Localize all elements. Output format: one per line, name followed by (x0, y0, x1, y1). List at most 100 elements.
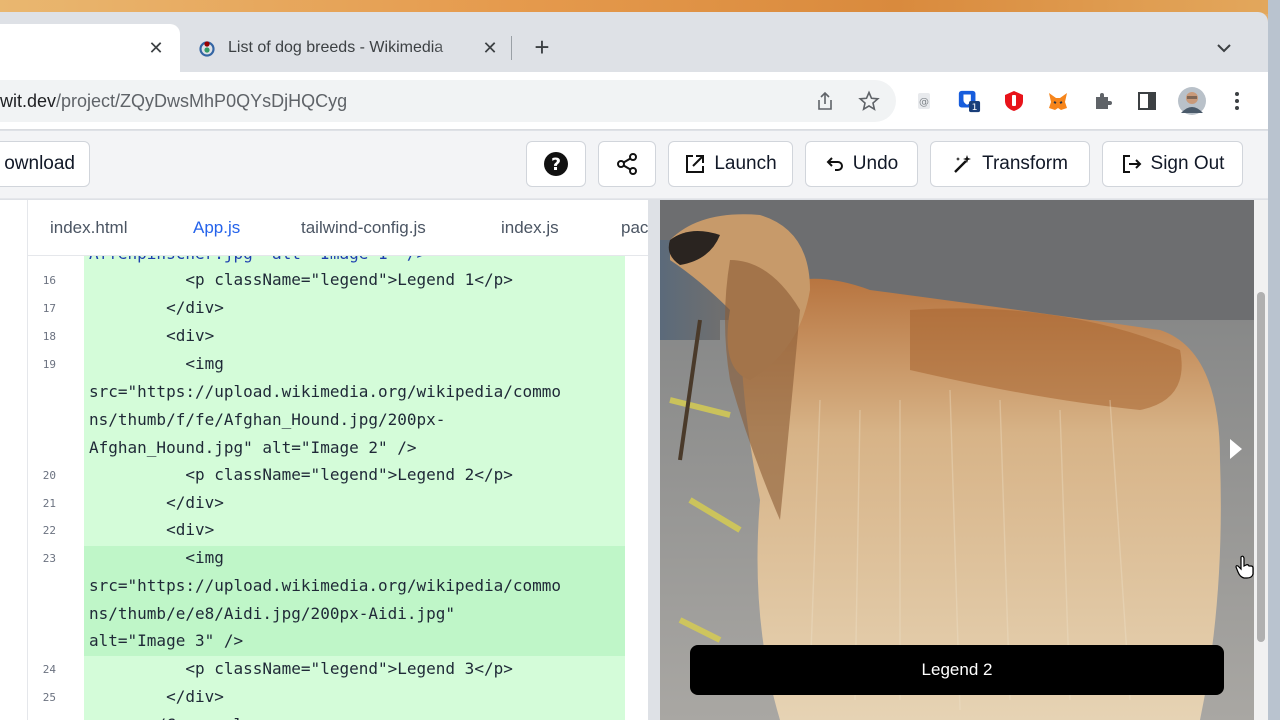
browser-window: ✕ List of dog breeds - Wikimedia ✕ + wit… (0, 12, 1268, 720)
scrollbar-thumb[interactable] (1257, 292, 1265, 642)
code-text: <p className="legend">Legend 1</p> (89, 270, 513, 289)
hand-cursor-icon (1235, 555, 1254, 579)
line-number: 19 (42, 358, 56, 371)
line-number: 24 (42, 663, 56, 676)
line-number: 17 (42, 302, 56, 315)
launch-label: Launch (714, 153, 777, 174)
code-line: ns/thumb/f/fe/Afghan_Hound.jpg/200px- (28, 406, 628, 434)
bitwarden-extension-icon[interactable]: 1 (957, 89, 981, 113)
code-text: <div> (89, 326, 215, 345)
line-number: 16 (42, 274, 56, 287)
file-tab-app-js[interactable]: App.js (193, 218, 240, 238)
file-tab-tailwind-config[interactable]: tailwind-config.js (301, 218, 426, 238)
code-line: 25 </div> (28, 683, 628, 711)
code-line: 20 <p className="legend">Legend 2</p> (28, 461, 628, 489)
code-line: ns/thumb/e/e8/Aidi.jpg/200px-Aidi.jpg" (28, 600, 628, 628)
line-number: 18 (42, 330, 56, 343)
line-number: 21 (42, 497, 56, 510)
code-line: alt="Image 3" /> (28, 627, 628, 655)
url-path: /project/ZQyDwsMhP0QYsDjHQCyg (56, 91, 348, 111)
code-line: Afghan_Hound.jpg" alt="Image 2" /> (28, 434, 628, 462)
carousel-legend: Legend 2 (690, 645, 1224, 695)
code-line: 24 <p className="legend">Legend 3</p> (28, 655, 628, 683)
help-button[interactable]: ? (526, 141, 586, 187)
code-text: Afghan_Hound.jpg" alt="Image 2" /> (89, 438, 417, 457)
undo-icon (826, 157, 843, 171)
sign-out-icon (1122, 155, 1141, 173)
help-icon: ? (544, 152, 568, 176)
browser-toolbar: wit.dev/project/ZQyDwsMhP0QYsDjHQCyg @ 1 (0, 72, 1268, 130)
external-link-icon (686, 155, 705, 173)
share-icon[interactable] (814, 90, 836, 112)
share-button[interactable] (598, 141, 656, 187)
tab-strip: ✕ List of dog breeds - Wikimedia ✕ + (0, 12, 1268, 72)
svg-text:1: 1 (972, 102, 978, 113)
code-editor-panel: index.html App.js tailwind-config.js ind… (0, 200, 648, 720)
kebab-menu-icon[interactable] (1225, 89, 1249, 113)
code-line: src="https://upload.wikimedia.org/wikipe… (28, 378, 628, 406)
close-tab-icon[interactable]: ✕ (480, 38, 500, 58)
code-text: </Carousel> (89, 711, 253, 720)
file-tab-index-js[interactable]: index.js (501, 218, 559, 238)
tab-active[interactable]: ✕ (0, 24, 180, 72)
code-line: src="https://upload.wikimedia.org/wikipe… (28, 572, 628, 600)
chevron-down-icon[interactable] (1212, 36, 1236, 60)
sidepanel-icon[interactable] (1135, 89, 1159, 113)
launch-button[interactable]: Launch (668, 141, 793, 187)
line-number: 22 (42, 524, 56, 537)
code-text: ns/thumb/e/e8/Aidi.jpg/200px-Aidi.jpg" (89, 604, 456, 623)
code-area[interactable]: Affenpinscher.jpg" alt="Image 1" /> 16 <… (28, 256, 648, 720)
url-text: wit.dev/project/ZQyDwsMhP0QYsDjHQCyg (0, 91, 347, 112)
code-text: <img (89, 548, 224, 567)
code-text: alt="Image 3" /> (89, 631, 244, 650)
code-line: 16 <p className="legend">Legend 1</p> (28, 266, 628, 294)
undo-label: Undo (852, 153, 899, 174)
file-tabs: index.html App.js tailwind-config.js ind… (28, 200, 648, 256)
svg-text:@: @ (919, 97, 929, 108)
avatar[interactable] (1178, 87, 1206, 115)
transform-button[interactable]: Transform (930, 141, 1090, 187)
code-line: 21 </div> (28, 489, 628, 517)
email-extension-icon[interactable]: @ (912, 89, 936, 113)
code-text: <p className="legend">Legend 3</p> (89, 659, 513, 678)
adblock-extension-icon[interactable] (1002, 89, 1026, 113)
magic-wand-icon (954, 155, 972, 173)
new-tab-icon[interactable]: + (528, 34, 556, 62)
line-number: 23 (42, 552, 56, 565)
sign-out-label: Sign Out (1150, 153, 1225, 174)
legend-text: Legend 2 (921, 660, 993, 679)
download-button[interactable]: ownload (0, 141, 90, 187)
app-header: ownload ? Launch Undo Transform Sign Out (0, 131, 1268, 199)
star-icon[interactable] (858, 90, 880, 112)
file-tab-index-html[interactable]: index.html (50, 218, 127, 238)
tab-wikimedia[interactable]: List of dog breeds - Wikimedia ✕ (190, 24, 510, 72)
transform-label: Transform (982, 153, 1068, 174)
tab-title: List of dog breeds - Wikimedia (228, 39, 444, 56)
metamask-extension-icon[interactable] (1046, 89, 1070, 113)
code-line: </Carousel> (28, 711, 628, 720)
code-text: <img (89, 354, 224, 373)
code-text: src="https://upload.wikimedia.org/wikipe… (89, 382, 562, 401)
editor-border (27, 200, 28, 720)
share-nodes-icon (617, 153, 637, 175)
code-line: 17 </div> (28, 294, 628, 322)
wikimedia-favicon-icon (199, 41, 215, 57)
carousel-next-arrow-icon[interactable] (1226, 434, 1246, 464)
window-edge (1268, 0, 1280, 720)
code-text: </div> (89, 687, 224, 706)
tab-separator (511, 36, 512, 60)
puzzle-icon[interactable] (1091, 89, 1115, 113)
code-line: 23 <img (28, 544, 628, 572)
address-bar[interactable]: wit.dev/project/ZQyDwsMhP0QYsDjHQCyg (0, 80, 896, 122)
preview-panel: Legend 2 (660, 200, 1254, 720)
file-tab-package[interactable]: pac (621, 218, 648, 238)
close-tab-icon[interactable]: ✕ (146, 38, 166, 58)
code-text: <div> (89, 520, 215, 539)
code-text: src="https://upload.wikimedia.org/wikipe… (89, 576, 562, 595)
code-text: <p className="legend">Legend 2</p> (89, 465, 513, 484)
download-label: ownload (4, 153, 75, 174)
sign-out-button[interactable]: Sign Out (1102, 141, 1243, 187)
undo-button[interactable]: Undo (805, 141, 918, 187)
preview-scrollbar[interactable] (1254, 200, 1268, 720)
code-text: </div> (89, 493, 224, 512)
